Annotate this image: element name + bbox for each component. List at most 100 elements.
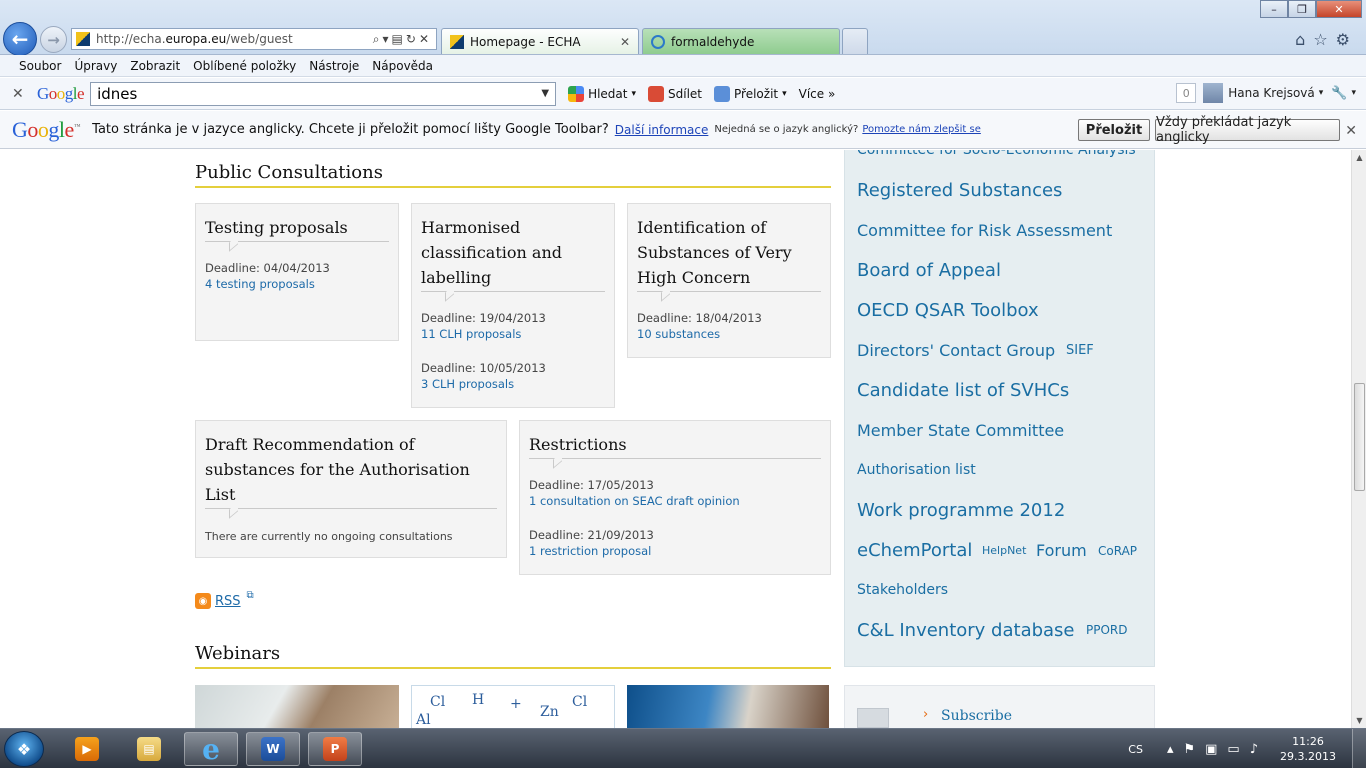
tag-link[interactable]: Authorisation list — [857, 462, 976, 478]
tag-link[interactable]: Candidate list of SVHCs — [857, 380, 1069, 401]
gear-icon[interactable]: ⚙ — [1336, 30, 1358, 49]
consultation-link[interactable]: 11 CLH proposals — [421, 326, 605, 342]
device-icon[interactable]: ▣ — [1205, 742, 1227, 757]
webinar-thumbnail-2[interactable]: Cl Al Zn Cl + H — [411, 685, 615, 728]
share-button[interactable]: Sdílet — [648, 85, 702, 102]
address-bar[interactable]: http://echa.europa.eu/web/guest ⌕▾▤↻✕ — [71, 28, 437, 50]
close-toolbar-icon[interactable]: ✕ — [12, 86, 26, 102]
menu-item-help[interactable]: Nápověda — [372, 59, 433, 73]
flag-icon[interactable]: ⚑ — [1183, 742, 1205, 757]
consultation-title[interactable]: Harmonised classification and labelling — [421, 215, 605, 292]
close-window-button[interactable]: ✕ — [1316, 0, 1362, 18]
consultation-link[interactable]: 4 testing proposals — [205, 276, 389, 292]
chevron-down-icon[interactable]: ▼ — [541, 88, 549, 99]
tag-link[interactable]: Directors' Contact Group — [857, 341, 1055, 360]
webinar-thumbnail-1[interactable] — [195, 685, 399, 728]
scroll-up-icon[interactable]: ▲ — [1352, 150, 1366, 165]
forward-button[interactable]: → — [40, 26, 67, 53]
back-button[interactable]: ← — [3, 22, 37, 56]
tag-link[interactable]: Committee for Risk Assessment — [857, 221, 1112, 240]
tag-link[interactable]: HelpNet — [982, 544, 1026, 557]
avatar[interactable] — [1203, 83, 1224, 103]
consultation-link[interactable]: 3 CLH proposals — [421, 376, 605, 392]
consultation-title[interactable]: Draft Recommendation of substances for t… — [205, 432, 497, 509]
subscribe-link[interactable]: Subscribe — [941, 708, 1012, 724]
minimize-button[interactable]: – — [1260, 0, 1288, 18]
rss-link[interactable]: RSS — [215, 594, 241, 609]
network-icon[interactable]: ▭ — [1227, 742, 1249, 757]
menu-item-view[interactable]: Zobrazit — [130, 59, 180, 73]
taskbar-internet-explorer[interactable]: e — [184, 732, 238, 766]
language-indicator[interactable]: CS — [1128, 743, 1143, 756]
chevron-right-icon: › — [923, 707, 929, 722]
consultation-link[interactable]: 10 substances — [637, 326, 821, 342]
browser-command-icons: ⌂☆⚙ — [1295, 30, 1358, 49]
home-icon[interactable]: ⌂ — [1295, 30, 1313, 49]
tag-link[interactable]: Committee for Socio-Economic Analysis — [857, 150, 1136, 158]
webinar-thumbnail-3[interactable] — [627, 685, 829, 728]
tag-link[interactable]: OECD QSAR Toolbox — [857, 300, 1039, 321]
consultation-title[interactable]: Identification of Substances of Very Hig… — [637, 215, 821, 292]
consultation-title[interactable]: Testing proposals — [205, 215, 389, 242]
volume-icon[interactable]: ♪ — [1250, 742, 1268, 757]
scroll-down-icon[interactable]: ▼ — [1352, 713, 1366, 728]
rss-icon[interactable]: ◉ — [195, 593, 211, 609]
show-desktop-button[interactable] — [1352, 729, 1366, 768]
tag-link[interactable]: Registered Substances — [857, 180, 1062, 201]
taskbar-powerpoint[interactable]: P — [308, 732, 362, 766]
tag-link[interactable]: eChemPortal — [857, 540, 972, 561]
translate-page-button[interactable]: Přeložit — [1078, 119, 1150, 141]
help-improve-link[interactable]: Pomozte nám zlepšit se — [862, 124, 981, 135]
chevron-down-icon[interactable]: ▾ — [1351, 88, 1356, 98]
menu-item-tools[interactable]: Nástroje — [309, 59, 359, 73]
taskbar-explorer[interactable]: ▤ — [122, 732, 176, 766]
tab-homepage-echa[interactable]: Homepage - ECHA ✕ — [441, 28, 639, 54]
google-search-input[interactable]: idnes ▼ — [90, 81, 557, 106]
compat-view-icon[interactable]: ▤ — [392, 32, 406, 46]
magnifier-icon[interactable]: ⌕ — [373, 32, 383, 46]
consultation-title[interactable]: Restrictions — [529, 432, 821, 459]
google-logo[interactable]: Google — [37, 84, 85, 104]
taskbar-word[interactable]: W — [246, 732, 300, 766]
start-button[interactable]: ❖ — [4, 731, 44, 767]
tab-close-icon[interactable]: ✕ — [620, 35, 630, 49]
tag-link[interactable]: Work programme 2012 — [857, 500, 1065, 521]
tag-link[interactable]: Member State Committee — [857, 421, 1064, 440]
menu-item-file[interactable]: Soubor — [19, 59, 61, 73]
tag-link[interactable]: Forum — [1036, 541, 1087, 560]
taskbar-media-player[interactable]: ▶ — [60, 732, 114, 766]
tag-link[interactable]: PPORD — [1086, 623, 1128, 637]
tag-link[interactable]: SIEF — [1066, 343, 1094, 358]
close-icon[interactable]: ✕ — [1345, 123, 1357, 139]
chevron-up-icon[interactable]: ▴ — [1167, 742, 1184, 757]
scrollbar-thumb[interactable] — [1354, 383, 1365, 491]
consultation-link[interactable]: 1 consultation on SEAC draft opinion — [529, 493, 821, 509]
translate-button[interactable]: Přeložit ▾ — [714, 85, 787, 102]
refresh-icon[interactable]: ↻ — [406, 32, 419, 46]
tag-link[interactable]: CoRAP — [1098, 544, 1137, 558]
consultation-link[interactable]: 1 restriction proposal — [529, 543, 821, 559]
page-scrollbar[interactable]: ▲ ▼ — [1351, 150, 1366, 728]
notification-count[interactable]: 0 — [1176, 83, 1197, 103]
more-button[interactable]: Více » — [799, 87, 836, 101]
always-translate-button[interactable]: Vždy překládat jazyk anglicky — [1155, 115, 1340, 145]
chevron-down-icon[interactable]: ▾ — [1319, 88, 1324, 98]
user-name[interactable]: Hana Krejsová — [1228, 86, 1314, 100]
tab-formaldehyde[interactable]: formaldehyde — [642, 28, 840, 54]
close-icon[interactable]: ✕ — [419, 32, 432, 46]
wrench-icon[interactable]: 🔧 — [1331, 86, 1347, 101]
star-icon[interactable]: ☆ — [1313, 30, 1335, 49]
clock[interactable]: 11:26 29.3.2013 — [1280, 734, 1336, 764]
maximize-button[interactable]: ❐ — [1288, 0, 1316, 18]
search-button[interactable]: Hledat ▾ — [568, 85, 636, 102]
external-link-icon[interactable]: ⧉ — [247, 590, 254, 601]
tag-link[interactable]: Stakeholders — [857, 582, 948, 598]
new-tab-button[interactable] — [842, 28, 868, 54]
chevron-down-icon[interactable]: ▾ — [383, 32, 392, 46]
tag-link[interactable]: Board of Appeal — [857, 260, 1001, 281]
menu-item-edit[interactable]: Úpravy — [74, 59, 117, 73]
tag-link[interactable]: C&L Inventory database — [857, 620, 1075, 641]
more-info-link[interactable]: Další informace — [615, 123, 709, 137]
share-icon — [648, 85, 665, 102]
menu-item-favorites[interactable]: Oblíbené položky — [193, 59, 296, 73]
